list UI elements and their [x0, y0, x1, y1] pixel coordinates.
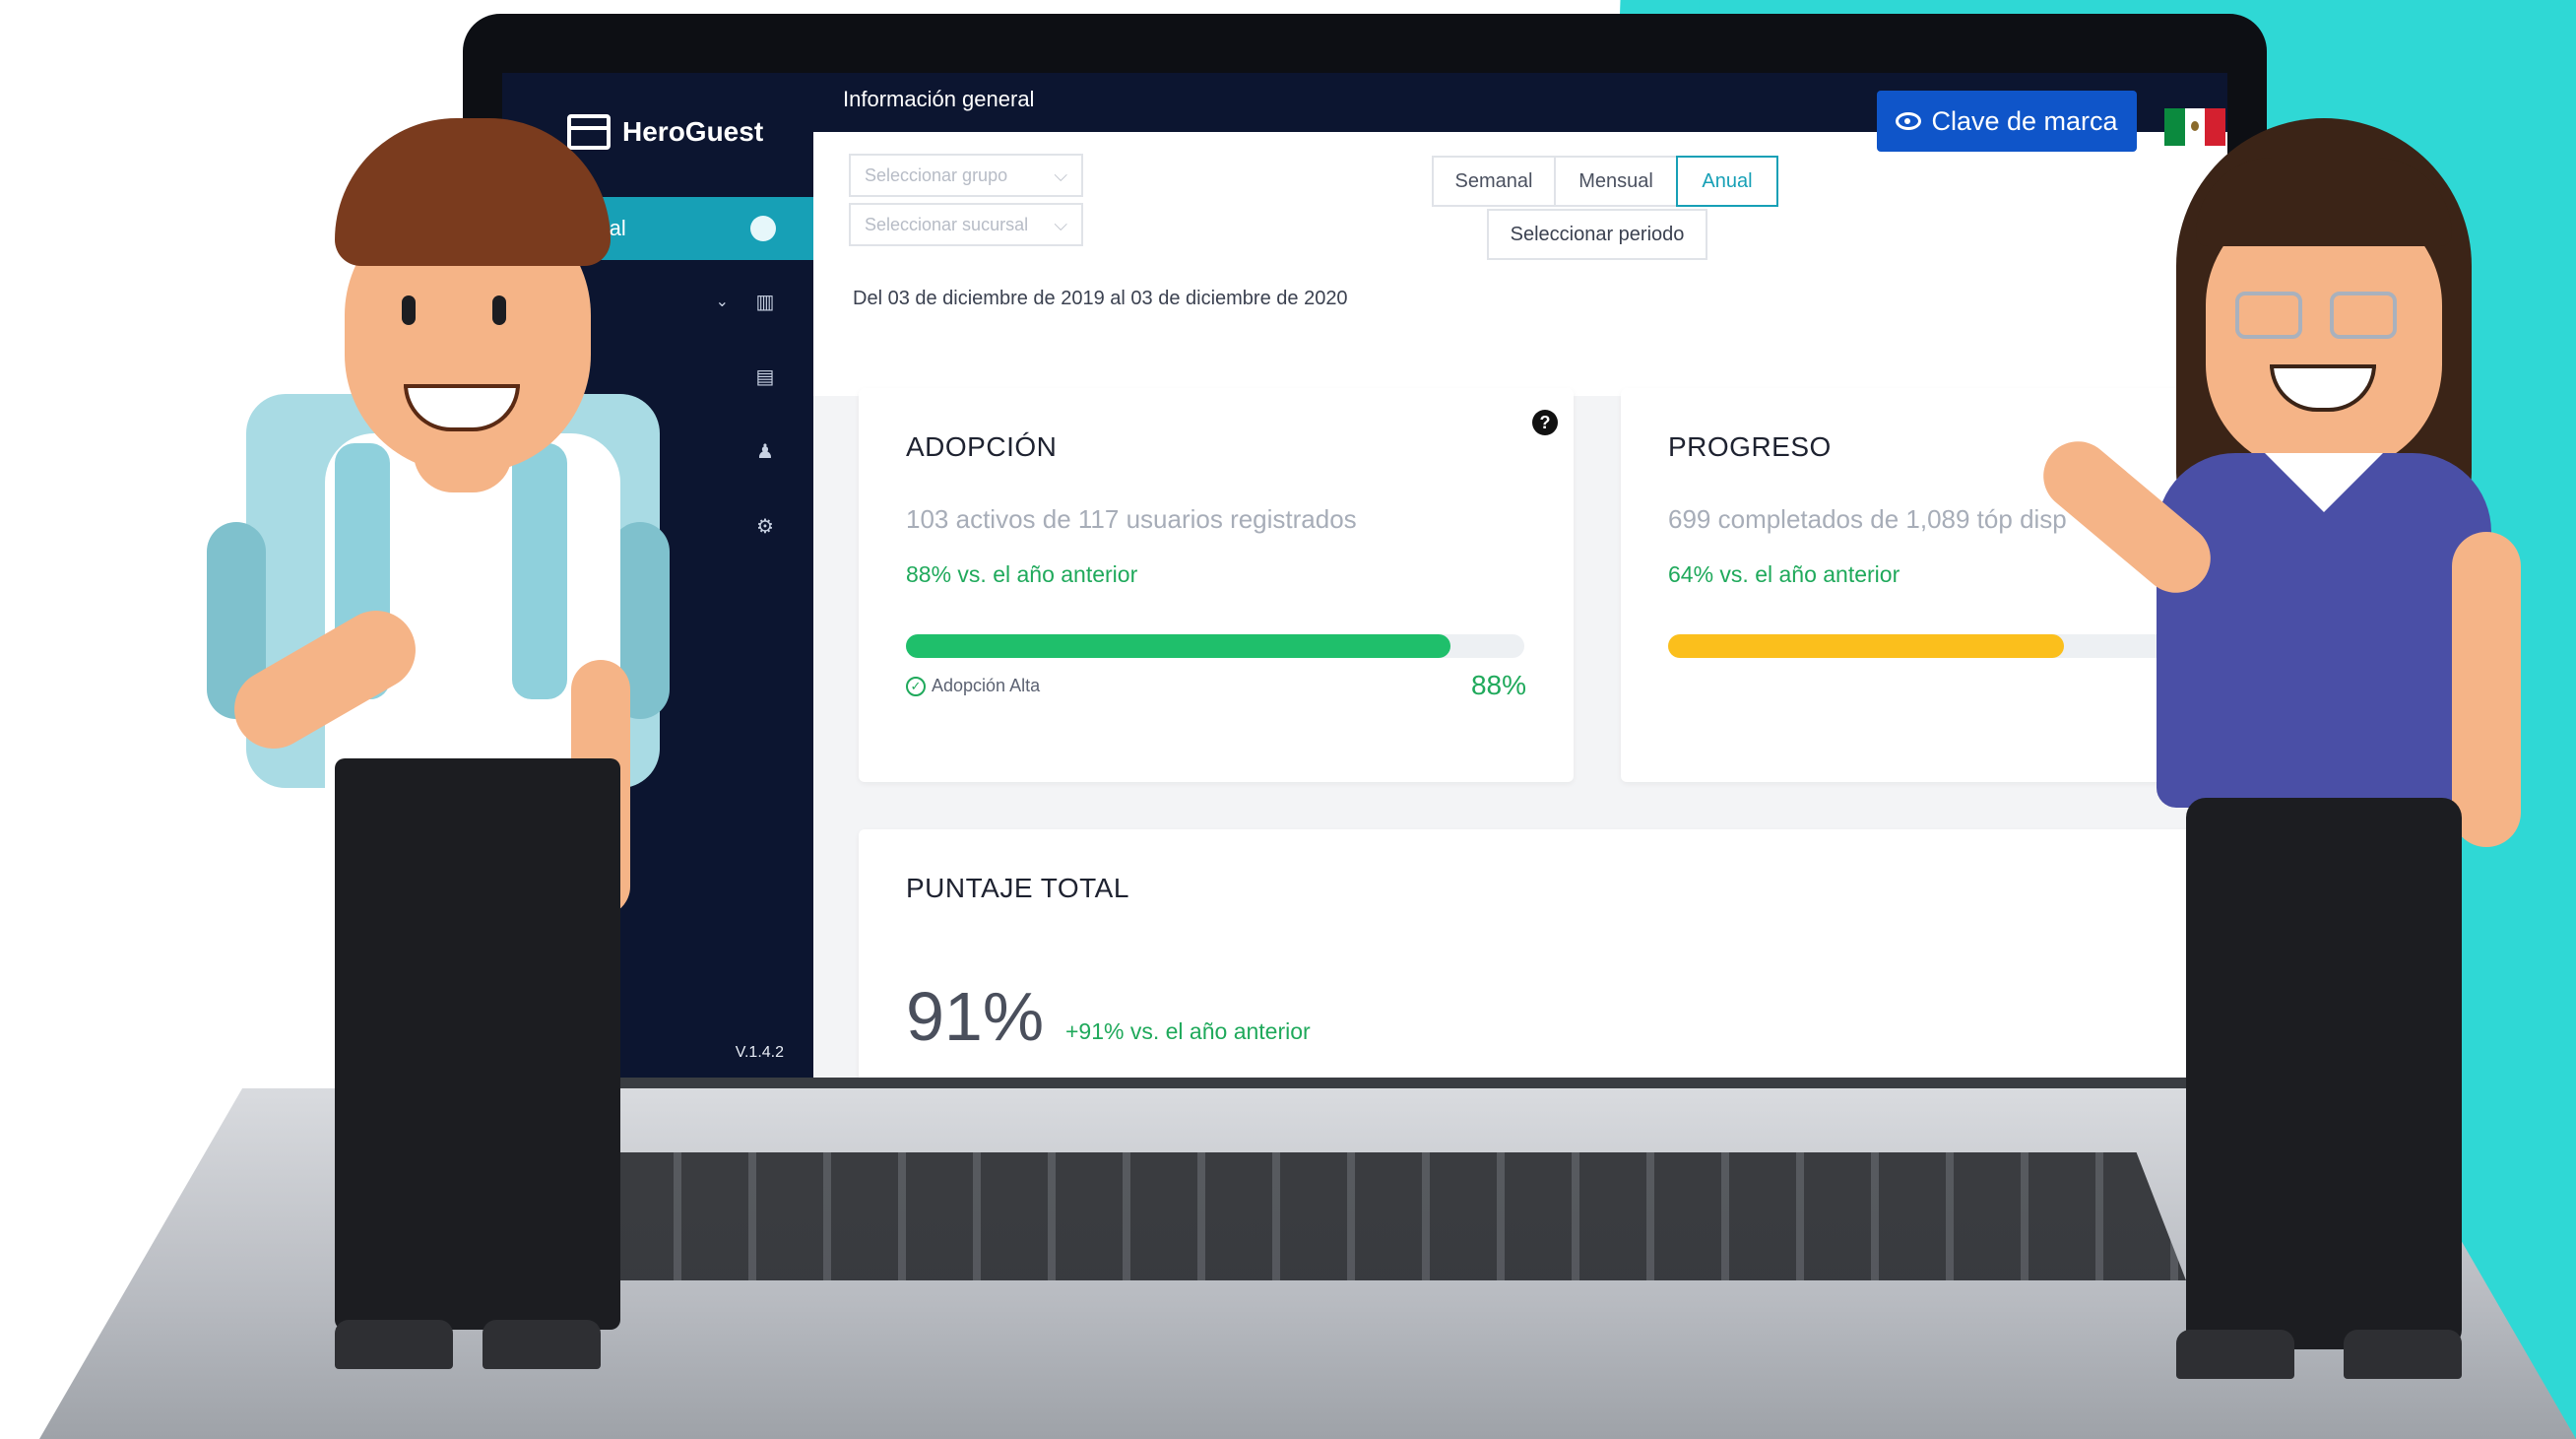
eye-icon	[1896, 112, 1922, 130]
progress-fill	[1668, 634, 2064, 658]
tab-weekly[interactable]: Semanal	[1432, 156, 1556, 207]
adoption-trend: 88% vs. el año anterior	[906, 561, 1138, 587]
check-circle-icon: ✓	[906, 676, 926, 696]
total-score-card: PUNTAJE TOTAL 91% +91% vs. el año anteri…	[859, 829, 2227, 1078]
adoption-summary: 103 activos de 117 usuarios registrados	[906, 504, 1357, 534]
document-icon[interactable]: ▤	[754, 366, 776, 388]
card-title: ADOPCIÓN	[906, 431, 1058, 462]
filter-panel: Seleccionar grupo Seleccionar sucursal S…	[813, 132, 2227, 396]
users-icon[interactable]: ♟	[754, 441, 776, 463]
page-title: Información general	[843, 87, 1035, 111]
group-select[interactable]: Seleccionar grupo	[849, 154, 1083, 197]
teacher-character-illustration	[2029, 118, 2541, 1389]
adoption-progress-track	[906, 634, 1524, 658]
dashboard-icon	[750, 216, 776, 241]
total-score-trend: +91% vs. el año anterior	[1065, 1018, 1311, 1044]
help-icon[interactable]: ?	[1532, 410, 1558, 435]
student-character-illustration	[187, 108, 739, 1379]
adoption-progress-fill	[906, 634, 1450, 658]
adoption-percent: 88%	[1470, 670, 1526, 700]
select-period-button[interactable]: Seleccionar periodo	[1487, 209, 1707, 260]
gear-icon[interactable]: ⚙	[754, 516, 776, 538]
branch-select[interactable]: Seleccionar sucursal	[849, 203, 1083, 246]
adoption-badge-label: Adopción Alta	[932, 676, 1041, 695]
app-version: V.1.4.2	[735, 1044, 784, 1061]
tab-yearly[interactable]: Anual	[1676, 156, 1778, 207]
app-screen: HeroGuest n general ⌄ ▥ ▤ ♟ ⚙ V.1.4.2 In…	[502, 73, 2227, 1078]
chart-icon[interactable]: ▥	[754, 292, 776, 313]
adoption-badge: ✓ Adopción Alta	[906, 676, 1040, 696]
tab-monthly[interactable]: Mensual	[1554, 156, 1678, 207]
adoption-card: ADOPCIÓN ? 103 activos de 117 usuarios r…	[859, 388, 1574, 782]
date-range: Del 03 de diciembre de 2019 al 03 de dic…	[853, 288, 1348, 309]
card-title: PROGRESO	[1668, 431, 1832, 462]
progress-summary-text: 699 completados de 1,089 tóp	[1668, 504, 2013, 534]
laptop-keyboard	[532, 1152, 2186, 1280]
total-score-value: 91%	[906, 978, 1045, 1055]
card-title: PUNTAJE TOTAL	[906, 873, 1129, 903]
progress-trend: 64% vs. el año anterior	[1668, 561, 1900, 587]
progress-summary: 699 completados de 1,089 tóp disp	[1668, 504, 2067, 535]
